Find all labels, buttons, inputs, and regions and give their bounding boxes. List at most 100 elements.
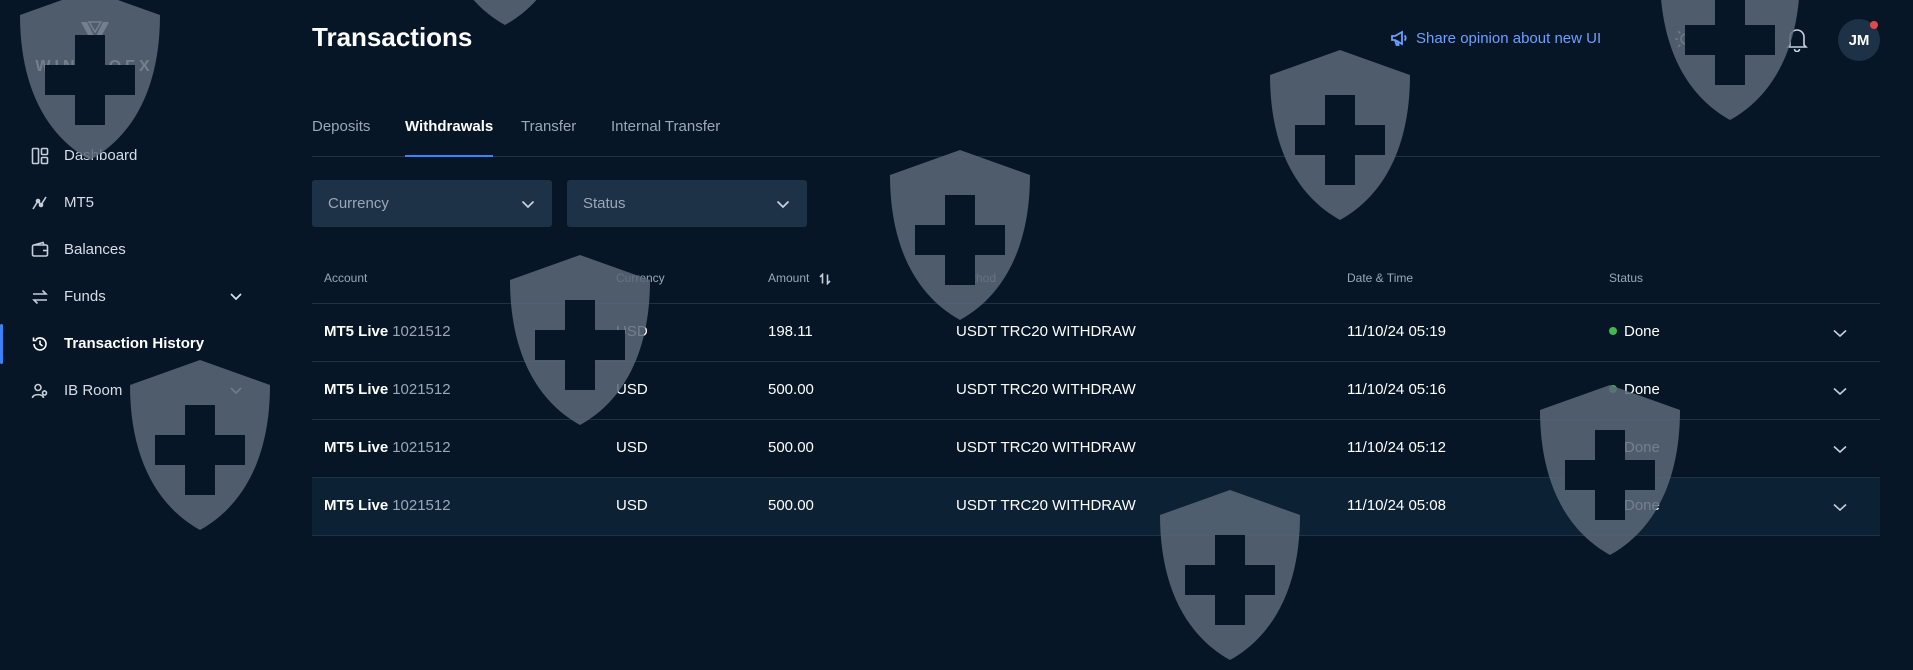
status-select[interactable]: Status bbox=[567, 180, 807, 227]
transfer-arrows-icon bbox=[30, 287, 50, 307]
theme-toggle-sun-icon[interactable] bbox=[1673, 26, 1699, 52]
status-cell: Done bbox=[1609, 439, 1660, 456]
sidebar-item-label: Funds bbox=[64, 288, 106, 305]
sidebar-item-label: Balances bbox=[64, 241, 126, 258]
currency-cell: USD bbox=[616, 439, 648, 456]
table-row[interactable]: MT5 Live 1021512 USD 500.00 USDT TRC20 WI… bbox=[312, 478, 1880, 536]
datetime-cell: 11/10/24 05:16 bbox=[1347, 381, 1446, 398]
column-header-account: Account bbox=[324, 271, 368, 285]
history-icon bbox=[30, 334, 50, 354]
status-select-placeholder: Status bbox=[583, 195, 626, 212]
status-label: Done bbox=[1624, 439, 1660, 456]
datetime-cell: 11/10/24 05:08 bbox=[1347, 497, 1446, 514]
column-header-datetime: Date & Time bbox=[1347, 271, 1414, 285]
brand-name: WINPROFX bbox=[35, 58, 154, 75]
chevron-down-icon bbox=[775, 196, 791, 212]
notification-dot bbox=[1870, 21, 1878, 29]
expand-row-chevron-icon[interactable] bbox=[1831, 498, 1849, 516]
sidebar-item-ib-room[interactable]: IB Room bbox=[0, 367, 300, 414]
tab-deposits[interactable]: Deposits bbox=[312, 118, 370, 156]
transactions-table: Account Currency Amount Method Date & Ti… bbox=[312, 256, 1880, 536]
account-type: MT5 Live bbox=[324, 381, 389, 398]
account-number: 1021512 bbox=[392, 323, 451, 340]
account-cell: MT5 Live 1021512 bbox=[324, 497, 451, 514]
language-globe-icon[interactable] bbox=[1729, 26, 1755, 52]
account-type: MT5 Live bbox=[324, 323, 389, 340]
sidebar: WINPROFX Dashboard MT5 Balances Funds Tr… bbox=[0, 0, 300, 575]
amount-cell: 198.11 bbox=[768, 323, 813, 340]
column-header-status: Status bbox=[1609, 271, 1644, 285]
sort-icon[interactable] bbox=[819, 272, 831, 286]
sidebar-item-funds[interactable]: Funds bbox=[0, 273, 300, 320]
method-cell: USDT TRC20 WITHDRAW bbox=[956, 497, 1136, 514]
column-header-method: Method bbox=[956, 271, 997, 285]
status-cell: Done bbox=[1609, 323, 1660, 340]
megaphone-icon bbox=[1391, 30, 1407, 46]
table-body: MT5 Live 1021512 USD 198.11 USDT TRC20 WI… bbox=[312, 304, 1880, 536]
transaction-tabs: Deposits Withdrawals Transfer Internal T… bbox=[312, 118, 1880, 157]
user-avatar[interactable]: JM bbox=[1838, 19, 1880, 61]
account-number: 1021512 bbox=[392, 497, 451, 514]
amount-cell: 500.00 bbox=[768, 381, 814, 398]
notification-bell-icon[interactable] bbox=[1784, 26, 1810, 53]
table-row[interactable]: MT5 Live 1021512 USD 198.11 USDT TRC20 WI… bbox=[312, 304, 1880, 362]
sidebar-item-label: Dashboard bbox=[64, 147, 138, 164]
sidebar-item-dashboard[interactable]: Dashboard bbox=[0, 132, 300, 179]
status-done-dot bbox=[1609, 327, 1617, 336]
tab-transfer[interactable]: Transfer bbox=[521, 118, 576, 156]
share-opinion-link[interactable]: Share opinion about new UI bbox=[1390, 29, 1601, 47]
wallet-icon bbox=[30, 240, 50, 260]
account-cell: MT5 Live 1021512 bbox=[324, 323, 451, 340]
status-label: Done bbox=[1624, 323, 1660, 340]
sidebar-item-transaction-history[interactable]: Transaction History bbox=[0, 320, 300, 367]
table-row[interactable]: MT5 Live 1021512 USD 500.00 USDT TRC20 WI… bbox=[312, 362, 1880, 420]
table-row[interactable]: MT5 Live 1021512 USD 500.00 USDT TRC20 WI… bbox=[312, 420, 1880, 478]
method-cell: USDT TRC20 WITHDRAW bbox=[956, 439, 1136, 456]
tab-withdrawals[interactable]: Withdrawals bbox=[405, 118, 494, 157]
column-header-amount[interactable]: Amount bbox=[768, 271, 831, 286]
mt5-icon bbox=[30, 193, 50, 213]
status-done-dot bbox=[1609, 501, 1617, 510]
share-opinion-label: Share opinion about new UI bbox=[1416, 29, 1602, 47]
currency-select[interactable]: Currency bbox=[312, 180, 552, 227]
expand-row-chevron-icon[interactable] bbox=[1831, 440, 1849, 458]
currency-cell: USD bbox=[616, 497, 648, 514]
sidebar-item-label: IB Room bbox=[64, 382, 123, 399]
status-cell: Done bbox=[1609, 381, 1660, 398]
chevron-down-icon bbox=[520, 196, 536, 212]
dashboard-icon bbox=[30, 146, 50, 166]
currency-cell: USD bbox=[616, 323, 648, 340]
watermark-shield-icon bbox=[1650, 0, 1810, 125]
currency-select-placeholder: Currency bbox=[328, 195, 389, 212]
account-number: 1021512 bbox=[392, 381, 451, 398]
sidebar-item-balances[interactable]: Balances bbox=[0, 226, 300, 273]
column-header-currency: Currency bbox=[616, 271, 665, 285]
status-done-dot bbox=[1609, 385, 1617, 394]
amount-cell: 500.00 bbox=[768, 497, 814, 514]
account-type: MT5 Live bbox=[324, 497, 389, 514]
table-header: Account Currency Amount Method Date & Ti… bbox=[312, 256, 1880, 304]
sidebar-item-mt5[interactable]: MT5 bbox=[0, 179, 300, 226]
datetime-cell: 11/10/24 05:12 bbox=[1347, 439, 1446, 456]
tab-internal-transfer[interactable]: Internal Transfer bbox=[611, 118, 720, 156]
chevron-down-icon[interactable] bbox=[228, 382, 244, 398]
expand-row-chevron-icon[interactable] bbox=[1831, 382, 1849, 400]
sidebar-item-label: MT5 bbox=[64, 194, 94, 211]
account-cell: MT5 Live 1021512 bbox=[324, 381, 451, 398]
chevron-down-icon[interactable] bbox=[228, 288, 244, 304]
column-header-amount-label: Amount bbox=[768, 271, 810, 285]
sidebar-nav: Dashboard MT5 Balances Funds Transaction… bbox=[0, 132, 300, 414]
account-number: 1021512 bbox=[392, 439, 451, 456]
status-done-dot bbox=[1609, 443, 1617, 452]
currency-cell: USD bbox=[616, 381, 648, 398]
account-cell: MT5 Live 1021512 bbox=[324, 439, 451, 456]
method-cell: USDT TRC20 WITHDRAW bbox=[956, 381, 1136, 398]
status-label: Done bbox=[1624, 497, 1660, 514]
amount-cell: 500.00 bbox=[768, 439, 814, 456]
method-cell: USDT TRC20 WITHDRAW bbox=[956, 323, 1136, 340]
brand-mark-icon bbox=[75, 18, 115, 54]
brand-logo[interactable]: WINPROFX bbox=[32, 18, 157, 78]
account-type: MT5 Live bbox=[324, 439, 389, 456]
expand-row-chevron-icon[interactable] bbox=[1831, 324, 1849, 342]
status-cell: Done bbox=[1609, 497, 1660, 514]
